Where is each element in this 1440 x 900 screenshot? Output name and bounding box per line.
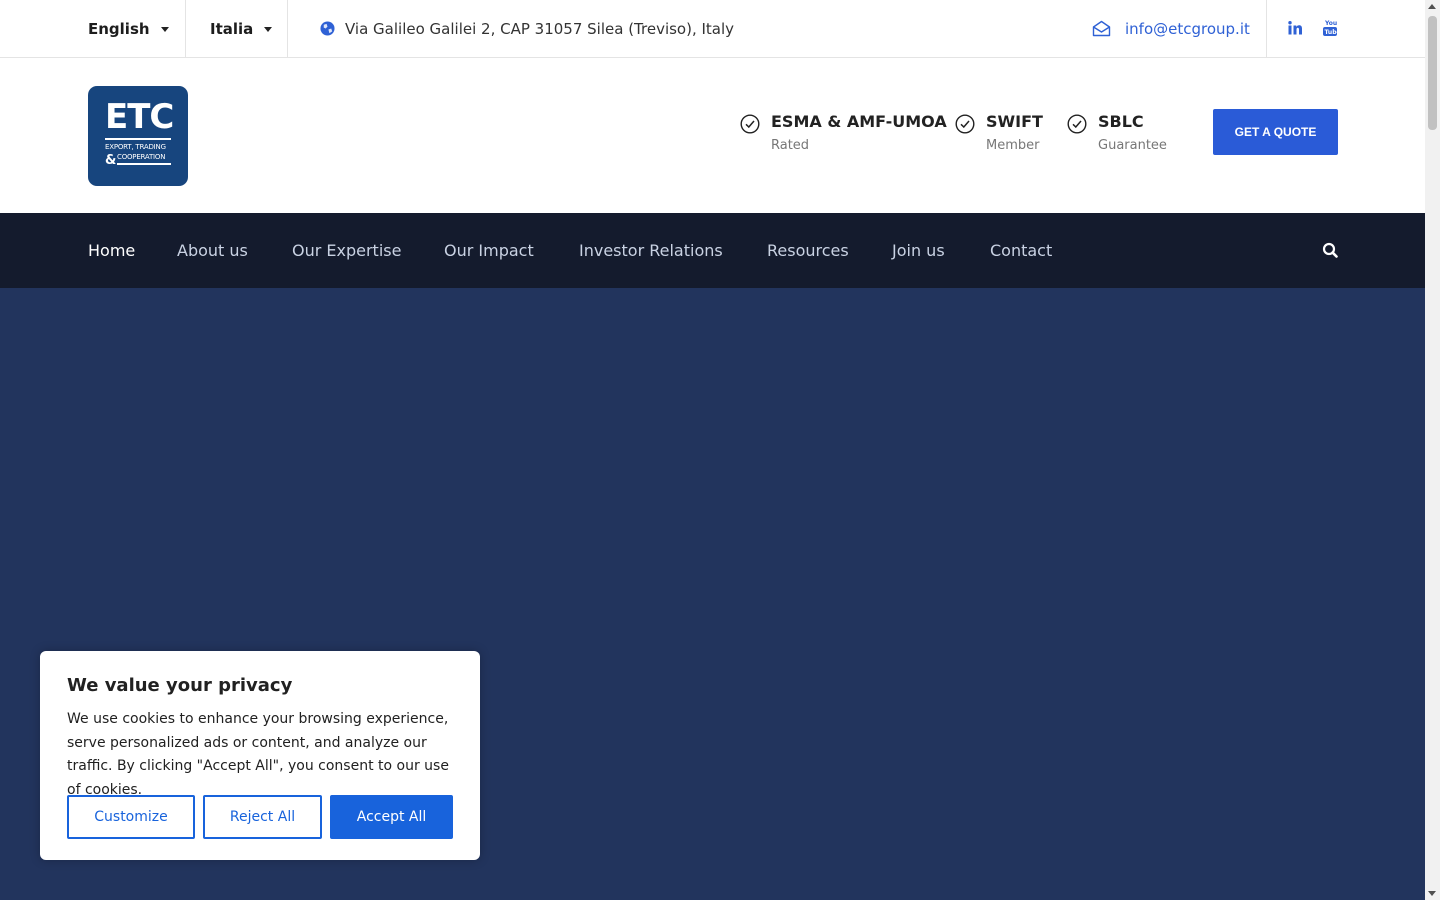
youtube-link[interactable]: You Tube bbox=[1319, 17, 1341, 39]
nav-item-our-impact[interactable]: Our Impact bbox=[444, 213, 534, 288]
nav-item-join-us[interactable]: Join us bbox=[892, 213, 945, 288]
address: Via Galileo Galilei 2, CAP 31057 Silea (… bbox=[320, 0, 734, 57]
scroll-up-icon[interactable] bbox=[1428, 4, 1436, 9]
check-circle-icon bbox=[955, 114, 975, 134]
divider bbox=[287, 0, 288, 57]
cookie-text: We use cookies to enhance your browsing … bbox=[67, 711, 449, 798]
logo-rule bbox=[117, 163, 171, 165]
nav-item-home[interactable]: Home bbox=[88, 213, 135, 288]
nav-item-our-expertise[interactable]: Our Expertise bbox=[292, 213, 401, 288]
feature-title: SWIFT bbox=[986, 112, 1043, 131]
reject-all-button[interactable]: Reject All bbox=[203, 795, 322, 839]
logo-wordmark: ETC bbox=[105, 97, 174, 137]
caret-down-icon bbox=[264, 27, 273, 32]
nav-item-investor-relations[interactable]: Investor Relations bbox=[579, 213, 723, 288]
logo-rule bbox=[105, 138, 171, 140]
feature-title: ESMA & AMF-UMOA bbox=[771, 112, 947, 131]
feature-title: SBLC bbox=[1098, 112, 1144, 131]
svg-text:You: You bbox=[1324, 20, 1337, 27]
envelope-open-icon bbox=[1092, 20, 1111, 37]
accept-all-button[interactable]: Accept All bbox=[330, 795, 453, 839]
site-header: ETC EXPORT, TRADING & COOPERATION ESMA &… bbox=[0, 58, 1425, 213]
main-nav: Home About us Our Expertise Our Impact I… bbox=[0, 213, 1425, 288]
nav-item-about-us[interactable]: About us bbox=[177, 213, 248, 288]
nav-item-resources[interactable]: Resources bbox=[767, 213, 849, 288]
caret-down-icon bbox=[160, 27, 169, 32]
feature-subtitle: Member bbox=[986, 138, 1040, 153]
feature-subtitle: Guarantee bbox=[1098, 138, 1167, 153]
cookie-title: We value your privacy bbox=[67, 675, 293, 696]
etc-logo[interactable]: ETC EXPORT, TRADING & COOPERATION bbox=[88, 86, 188, 186]
globe-icon bbox=[320, 21, 335, 36]
logo-line-1: EXPORT, TRADING bbox=[105, 143, 166, 151]
address-text: Via Galileo Galilei 2, CAP 31057 Silea (… bbox=[345, 19, 735, 38]
search-icon[interactable] bbox=[1322, 242, 1339, 259]
svg-text:Tube: Tube bbox=[1325, 29, 1339, 36]
country-selector[interactable]: Italia bbox=[210, 0, 273, 57]
youtube-icon: You Tube bbox=[1323, 20, 1339, 36]
email-text: info@etcgroup.it bbox=[1125, 19, 1250, 38]
logo-line-2: COOPERATION bbox=[117, 153, 166, 161]
language-label: English bbox=[88, 19, 150, 38]
email-link[interactable]: info@etcgroup.it bbox=[1092, 0, 1250, 57]
linkedin-link[interactable] bbox=[1284, 17, 1306, 39]
cookie-consent-banner: We value your privacy We use cookies to … bbox=[40, 651, 480, 860]
language-selector[interactable]: English bbox=[88, 0, 169, 57]
divider bbox=[1266, 0, 1267, 57]
divider bbox=[185, 0, 186, 57]
nav-item-contact[interactable]: Contact bbox=[990, 213, 1052, 288]
linkedin-icon bbox=[1288, 21, 1302, 35]
check-circle-icon bbox=[740, 114, 760, 134]
customize-button[interactable]: Customize bbox=[67, 795, 195, 839]
page-scrollbar[interactable] bbox=[1425, 0, 1440, 900]
scroll-down-icon[interactable] bbox=[1428, 891, 1436, 896]
get-a-quote-button[interactable]: GET A QUOTE bbox=[1213, 109, 1338, 155]
country-label: Italia bbox=[210, 19, 254, 38]
scroll-thumb[interactable] bbox=[1428, 16, 1437, 130]
check-circle-icon bbox=[1067, 114, 1087, 134]
logo-ampersand: & bbox=[105, 153, 117, 168]
feature-subtitle: Rated bbox=[771, 138, 810, 153]
top-bar: English Italia Via Galileo Galilei 2, CA… bbox=[0, 0, 1425, 58]
